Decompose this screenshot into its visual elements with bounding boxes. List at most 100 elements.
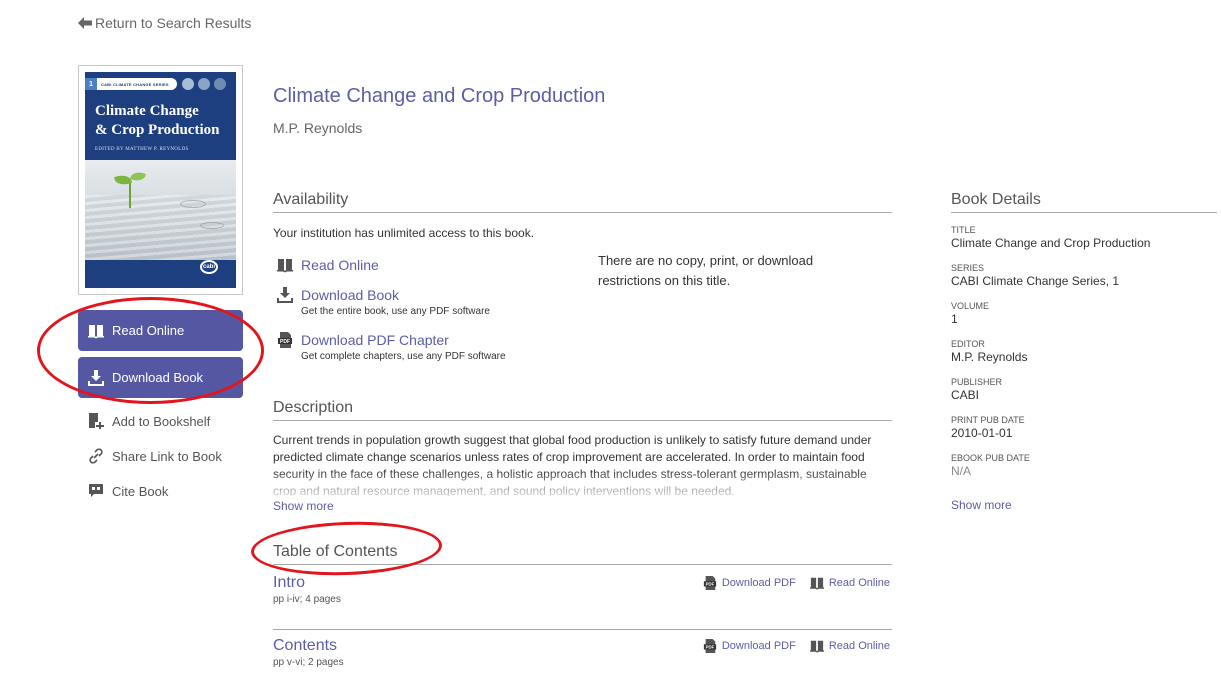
toc-entry: Contents pp v-vi; 2 pages PDF Download P…: [273, 637, 892, 668]
toc-download-pdf-label: Download PDF: [721, 577, 796, 589]
book-open-icon: [88, 324, 104, 338]
toc-heading: Table of Contents: [273, 543, 892, 565]
toc-entry: Intro pp i-iv; 4 pages PDF Download PDF …: [273, 574, 892, 605]
pdf-icon: PDF: [703, 639, 716, 653]
availability-heading: Availability: [273, 191, 892, 213]
globe-icon: [198, 78, 210, 90]
detail-value: 2010-01-01: [951, 426, 1013, 440]
cover-title: Climate Change & Crop Production: [95, 102, 219, 140]
share-link-button[interactable]: Share Link to Book: [88, 448, 222, 464]
return-to-search-label: Return to Search Results: [95, 15, 252, 31]
pdf-icon: PDF: [278, 332, 292, 348]
pdf-icon: PDF: [703, 576, 716, 590]
globe-icon: [214, 78, 226, 90]
quote-comment-icon: [89, 484, 103, 497]
detail-value: 1: [951, 312, 958, 326]
book-cover: 1 CABI CLIMATE CHANGE SERIES Climate Cha…: [78, 65, 243, 295]
cover-art: 1 CABI CLIMATE CHANGE SERIES Climate Cha…: [85, 72, 236, 288]
detail-key: PUBLISHER: [951, 377, 1003, 387]
availability-item-label: Read Online: [301, 257, 379, 273]
page-title: Climate Change and Crop Production: [273, 85, 606, 107]
detail-editor: EDITOR M.P. Reynolds: [951, 339, 1027, 364]
detail-print-pub-date: PRINT PUB DATE 2010-01-01: [951, 415, 1025, 440]
detail-key: TITLE: [951, 225, 976, 235]
description-show-more-link[interactable]: Show more: [273, 499, 334, 513]
availability-item-label: Download PDF Chapter: [301, 332, 449, 348]
detail-series: SERIES CABI Climate Change Series, 1: [951, 263, 1119, 288]
detail-key: SERIES: [951, 263, 985, 273]
toc-entry-actions: PDF Download PDF Read Online: [703, 639, 890, 653]
download-book-button[interactable]: Download Book: [78, 357, 243, 398]
toc-download-pdf-link[interactable]: PDF Download PDF: [703, 639, 796, 653]
download-icon: [277, 287, 293, 303]
seedling-stem: [129, 180, 131, 208]
availability-download-book-link[interactable]: Download Book Get the entire book, use a…: [277, 286, 490, 317]
toc-entry-pages: pp v-vi; 2 pages: [273, 657, 344, 668]
add-to-bookshelf-label: Add to Bookshelf: [112, 413, 211, 429]
detail-value: N/A: [951, 464, 972, 478]
share-link-label: Share Link to Book: [112, 448, 222, 464]
svg-text:PDF: PDF: [280, 339, 290, 345]
seedling-leaf: [130, 170, 146, 183]
link-icon: [89, 448, 103, 464]
detail-value: CABI: [951, 388, 980, 402]
download-icon: [88, 369, 104, 386]
return-to-search-link[interactable]: Return to Search Results: [78, 15, 251, 31]
detail-key: VOLUME: [951, 301, 990, 311]
toc-download-pdf-link[interactable]: PDF Download PDF: [703, 576, 796, 590]
book-open-icon: [277, 259, 293, 273]
cover-title-line: & Crop Production: [95, 122, 220, 138]
details-show-more-link[interactable]: Show more: [951, 498, 1012, 512]
availability-note: Your institution has unlimited access to…: [273, 226, 535, 240]
book-author: M.P. Reynolds: [273, 120, 363, 136]
cover-title-line: Climate Change: [95, 103, 199, 119]
detail-title: TITLE Climate Change and Crop Production: [951, 225, 1150, 250]
cover-series-text: CABI CLIMATE CHANGE SERIES: [101, 81, 169, 87]
detail-ebook-pub-date: EBOOK PUB DATE N/A: [951, 453, 1030, 478]
detail-key: EDITOR: [951, 339, 985, 349]
toc-read-online-link[interactable]: Read Online: [809, 576, 890, 590]
cover-series-banner: 1 CABI CLIMATE CHANGE SERIES: [85, 78, 177, 90]
toc-read-online-label: Read Online: [828, 577, 890, 589]
water-ripple: [180, 200, 206, 208]
availability-item-label: Download Book: [301, 287, 400, 303]
description-heading: Description: [273, 399, 892, 421]
toc-download-pdf-label: Download PDF: [721, 640, 796, 652]
restrictions-note: There are no copy, print, or download re…: [598, 253, 814, 288]
description-fade: [273, 470, 892, 498]
availability-read-online-link[interactable]: Read Online: [277, 256, 379, 274]
detail-key: EBOOK PUB DATE: [951, 453, 1030, 463]
read-online-button[interactable]: Read Online: [78, 310, 243, 351]
availability-download-pdf-chapter-link[interactable]: PDF Download PDF Chapter Get complete ch…: [277, 331, 506, 362]
toc-entry-actions: PDF Download PDF Read Online: [703, 576, 890, 590]
read-online-label: Read Online: [112, 323, 185, 338]
book-open-icon: [809, 577, 824, 590]
svg-text:PDF: PDF: [705, 582, 714, 587]
toc-entry-pages: pp i-iv; 4 pages: [273, 594, 341, 605]
add-to-bookshelf-link[interactable]: Add to Bookshelf: [88, 413, 210, 429]
detail-value: Climate Change and Crop Production: [951, 236, 1151, 250]
availability-item-sub: Get the entire book, use any PDF softwar…: [301, 306, 490, 317]
cite-book-label: Cite Book: [112, 483, 169, 499]
bookshelf-add-icon: [89, 413, 104, 429]
water-ripple: [200, 222, 224, 229]
cover-editor: EDITED BY MATTHEW P. REYNOLDS: [95, 147, 189, 152]
svg-text:PDF: PDF: [705, 645, 714, 650]
cabi-logo: cabi: [200, 260, 218, 274]
toc-divider: [273, 629, 892, 630]
globe-icon: [182, 78, 194, 90]
cite-book-button[interactable]: Cite Book: [88, 483, 168, 499]
detail-publisher: PUBLISHER CABI: [951, 377, 1002, 402]
detail-key: PRINT PUB DATE: [951, 415, 1025, 425]
toc-read-online-link[interactable]: Read Online: [809, 639, 890, 653]
cover-series-number: 1: [85, 78, 97, 90]
detail-value: CABI Climate Change Series, 1: [951, 274, 1120, 288]
detail-volume: VOLUME 1: [951, 301, 989, 326]
toc-read-online-label: Read Online: [828, 640, 890, 652]
cover-photo-seedling: [85, 160, 236, 260]
detail-value: M.P. Reynolds: [951, 350, 1028, 364]
download-book-label: Download Book: [112, 370, 204, 385]
availability-item-sub: Get complete chapters, use any PDF softw…: [301, 351, 506, 362]
book-details-heading: Book Details: [951, 191, 1217, 213]
book-open-icon: [809, 640, 824, 653]
